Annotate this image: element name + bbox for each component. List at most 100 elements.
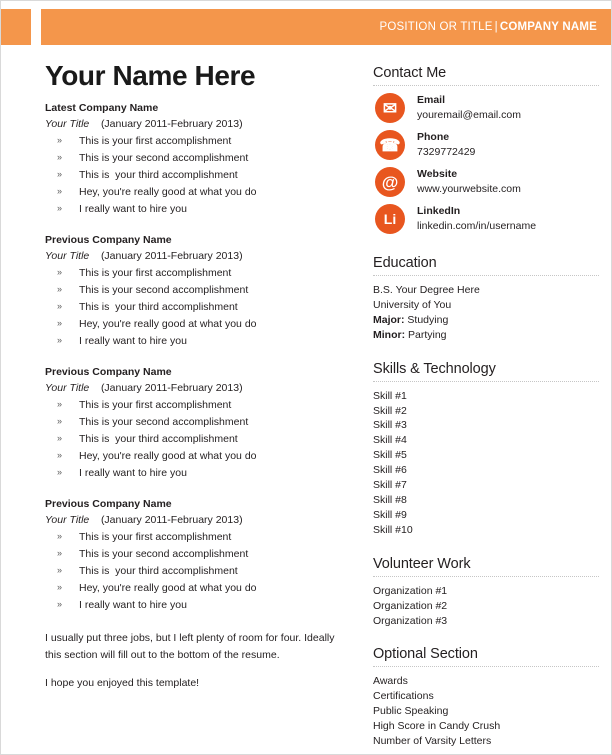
guillemet-bullet-icon: » <box>57 284 63 295</box>
guillemet-bullet-icon: » <box>57 135 63 146</box>
contact-value[interactable]: www.yourwebsite.com <box>417 182 521 196</box>
accomplishment-list: » This is your first accomplishment » This … <box>45 133 355 218</box>
job-title: Your Title <box>45 118 90 131</box>
job-dates: (January 2011-February 2013) <box>100 514 243 527</box>
job-title: Your Title <box>45 382 90 395</box>
accomplishment-text: This is your first accomplishment <box>79 135 232 148</box>
contact-value[interactable]: youremail@email.com <box>417 108 521 122</box>
guillemet-bullet-icon: » <box>57 267 63 278</box>
guillemet-bullet-icon: » <box>57 548 63 559</box>
accomplishment-item: » This is your second accomplishment <box>45 414 355 431</box>
contact-item[interactable]: ☎ Phone 7329772429 <box>373 130 599 160</box>
guillemet-bullet-icon: » <box>57 450 63 461</box>
accomplishment-item: » Hey, you're really good at what you do <box>45 316 355 333</box>
job-meta: Your Title (January 2011-February 2013) <box>45 514 355 526</box>
skill-item: Skill #9 <box>373 508 407 521</box>
job-dates: (January 2011-February 2013) <box>100 118 243 131</box>
skill-item: Skill #7 <box>373 479 407 492</box>
section-divider <box>373 575 599 577</box>
skill-item: Skill #6 <box>373 464 407 477</box>
education-minor: Minor: Partying <box>373 328 599 343</box>
contact-item[interactable]: ✉ Email youremail@email.com <box>373 93 599 123</box>
page-title: Your Name Here <box>45 60 256 91</box>
closing-paragraph: I usually put three jobs, but I left ple… <box>45 632 335 662</box>
volunteer-item: Organization #2 <box>373 599 448 612</box>
header-separator: | <box>494 21 498 33</box>
contact-list: ✉ Email youremail@email.com ☎ Phone 732977242… <box>373 93 599 234</box>
job-company-name: Previous Company Name <box>45 366 172 379</box>
volunteer-item: Organization #1 <box>373 584 448 597</box>
optional-item: High Score in Candy Crush <box>373 720 501 733</box>
section-education: Education B.S. Your Degree Here Universi… <box>373 255 599 343</box>
job-entry: Previous Company Name Your Title (January… <box>45 234 355 350</box>
optional-item: Public Speaking <box>373 705 449 718</box>
accomplishment-item: » Hey, you're really good at what you do <box>45 580 355 597</box>
accomplishment-item: » This is your second accomplishment <box>45 282 355 299</box>
education-minor-label: Minor: <box>373 328 406 341</box>
optional-item: Certifications <box>373 690 434 703</box>
volunteer-list: Organization #1 Organization #2 Organizati… <box>373 584 599 629</box>
contact-item[interactable]: Li LinkedIn linkedin.com/in/username <box>373 204 599 234</box>
telephone-icon: ☎ <box>375 130 405 160</box>
section-skills: Skills & Technology Skill #1 Skill #2 Skil… <box>373 361 599 538</box>
accomplishment-item: » Hey, you're really good at what you do <box>45 184 355 201</box>
education-major-value: Studying <box>404 313 449 326</box>
accomplishment-text: Hey, you're really good at what you do <box>79 582 257 595</box>
accomplishment-text: This is your third accomplishment <box>79 169 238 182</box>
job-company-name: Previous Company Name <box>45 498 172 511</box>
section-divider <box>373 275 599 276</box>
guillemet-bullet-icon: » <box>57 301 63 312</box>
accomplishment-text: This is your first accomplishment <box>79 531 232 544</box>
skill-item: Skill #5 <box>373 449 407 462</box>
accomplishment-text: This is your third accomplishment <box>79 565 238 578</box>
education-major-label: Major: <box>373 313 405 326</box>
at-sign-icon: @ <box>375 167 405 197</box>
job-title: Your Title <box>45 250 90 263</box>
header-company-label: COMPANY NAME <box>499 21 597 33</box>
section-contact: Contact Me ✉ Email youremail@email.com ☎ Pho… <box>373 65 599 234</box>
accomplishment-text: This is your first accomplishment <box>79 399 232 412</box>
job-meta: Your Title (January 2011-February 2013) <box>45 118 355 130</box>
job-list: Latest Company Name Your Title (January 2… <box>45 102 355 614</box>
accomplishment-text: I really want to hire you <box>79 467 187 480</box>
job-entry: Previous Company Name Your Title (January… <box>45 366 355 482</box>
accomplishment-list: » This is your first accomplishment » This … <box>45 397 355 482</box>
accomplishment-item: » This is your first accomplishment <box>45 133 355 150</box>
job-company-name: Latest Company Name <box>45 102 159 115</box>
section-title-contact: Contact Me <box>373 65 447 81</box>
job-entry: Previous Company Name Your Title (January… <box>45 498 355 614</box>
linkedin-icon: Li <box>375 204 405 234</box>
guillemet-bullet-icon: » <box>57 169 63 180</box>
contact-text: Website www.yourwebsite.com <box>417 167 521 196</box>
section-title-education: Education <box>373 255 437 271</box>
section-title-skills: Skills & Technology <box>373 360 496 377</box>
contact-label: Email <box>417 94 446 106</box>
education-degree: B.S. Your Degree Here <box>373 284 480 296</box>
accomplishment-item: » Hey, you're really good at what you do <box>45 448 355 465</box>
accomplishment-text: This is your third accomplishment <box>79 301 238 314</box>
accomplishment-list: » This is your first accomplishment » This … <box>45 265 355 350</box>
contact-value[interactable]: linkedin.com/in/username <box>417 219 536 233</box>
accomplishment-text: This is your second accomplishment <box>79 284 249 297</box>
job-dates: (January 2011-February 2013) <box>100 382 243 395</box>
accomplishment-item: » This is your first accomplishment <box>45 529 355 546</box>
contact-text: LinkedIn linkedin.com/in/username <box>417 204 536 233</box>
accomplishment-text: I really want to hire you <box>79 599 187 612</box>
optional-list: Awards Certifications Public Speaking High … <box>373 674 599 749</box>
header-accent-tab <box>1 9 31 45</box>
contact-item[interactable]: @ Website www.yourwebsite.com <box>373 167 599 197</box>
skill-item: Skill #1 <box>373 389 407 402</box>
optional-item: Number of Varsity Letters <box>373 735 492 748</box>
job-title: Your Title <box>45 514 90 527</box>
skills-list: Skill #1 Skill #2 Skill #3 Skill #4 Skill #5… <box>373 389 599 538</box>
optional-item: Awards <box>373 675 408 688</box>
header-title: POSITION OR TITLE | COMPANY NAME <box>380 21 611 33</box>
contact-value[interactable]: 7329772429 <box>417 145 475 159</box>
accomplishment-item: » This is your first accomplishment <box>45 397 355 414</box>
accomplishment-text: This is your second accomplishment <box>79 548 249 561</box>
accomplishment-text: This is your first accomplishment <box>79 267 232 280</box>
accomplishment-item: » This is your second accomplishment <box>45 546 355 563</box>
sidebar-column: Contact Me ✉ Email youremail@email.com ☎ Pho… <box>373 53 611 754</box>
